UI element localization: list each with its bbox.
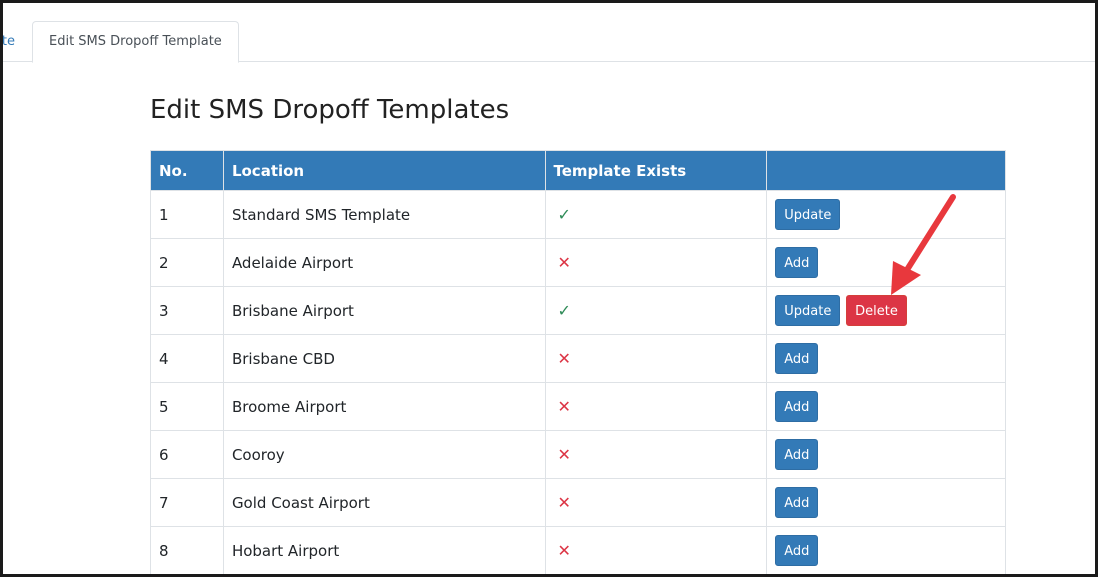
cell-location: Broome Airport [222,382,546,431]
add-button[interactable]: Add [775,535,819,566]
annotation-arrow-icon [891,194,956,295]
update-button[interactable]: Update [775,295,841,326]
cell-template-exists: ✓ [544,190,768,239]
table-row: 1 Standard SMS Template ✓ Update [150,190,1006,239]
delete-button[interactable]: Delete [846,295,907,326]
templates-table: No. Location Template Exists 1 Standard S… [150,150,1006,574]
cell-location: Hobart Airport [222,526,546,574]
header-template-exists: Template Exists [544,150,768,191]
cell-template-exists: ✕ [544,238,768,287]
tab-previous[interactable]: Edit SMS Dropoff Template [3,34,15,49]
cell-location: Standard SMS Template [222,190,546,239]
table-row: 8 Hobart Airport ✕ Add [150,526,1006,574]
tab-bar: Edit SMS Dropoff Template Edit SMS Dropo… [3,3,1095,63]
check-icon: ✓ [557,205,571,224]
tab-edit-sms-dropoff-template[interactable]: Edit SMS Dropoff Template [32,21,239,63]
cell-template-exists: ✕ [544,430,768,479]
add-button[interactable]: Add [775,247,819,278]
cross-icon: ✕ [557,541,571,560]
cell-template-exists: ✓ [544,286,768,335]
add-button[interactable]: Add [775,391,819,422]
cell-no: 6 [150,430,224,479]
cell-no: 3 [150,286,224,335]
cell-actions: Add [766,430,1006,479]
cell-no: 2 [150,238,224,287]
table-row: 3 Brisbane Airport ✓ Update Delete [150,286,1006,335]
cell-template-exists: ✕ [544,526,768,574]
cross-icon: ✕ [557,349,571,368]
update-button[interactable]: Update [775,199,841,230]
cell-actions: Add [766,334,1006,383]
cell-no: 8 [150,526,224,574]
cross-icon: ✕ [557,445,571,464]
table-row: 6 Cooroy ✕ Add [150,430,1006,479]
table-row: 4 Brisbane CBD ✕ Add [150,334,1006,383]
table-row: 2 Adelaide Airport ✕ Add [150,238,1006,287]
cell-template-exists: ✕ [544,382,768,431]
cell-no: 1 [150,190,224,239]
cell-actions: Add [766,526,1006,574]
cell-location: Brisbane Airport [222,286,546,335]
cross-icon: ✕ [557,397,571,416]
table-row: 7 Gold Coast Airport ✕ Add [150,478,1006,527]
add-button[interactable]: Add [775,439,819,470]
header-actions [766,150,1006,191]
add-button[interactable]: Add [775,487,819,518]
cell-location: Cooroy [222,430,546,479]
app-window: Edit SMS Dropoff Template Edit SMS Dropo… [0,0,1098,577]
cell-actions: Add [766,382,1006,431]
page-title: Edit SMS Dropoff Templates [150,95,510,125]
cell-location: Adelaide Airport [222,238,546,287]
header-location: Location [222,150,546,191]
cell-no: 5 [150,382,224,431]
cell-no: 7 [150,478,224,527]
cell-no: 4 [150,334,224,383]
cross-icon: ✕ [557,253,571,272]
cell-template-exists: ✕ [544,334,768,383]
cell-location: Brisbane CBD [222,334,546,383]
cell-actions: Add [766,478,1006,527]
cross-icon: ✕ [557,493,571,512]
header-no: No. [150,150,224,191]
check-icon: ✓ [557,301,571,320]
add-button[interactable]: Add [775,343,819,374]
table-row: 5 Broome Airport ✕ Add [150,382,1006,431]
cell-location: Gold Coast Airport [222,478,546,527]
cell-template-exists: ✕ [544,478,768,527]
table-header-row: No. Location Template Exists [150,150,1006,191]
